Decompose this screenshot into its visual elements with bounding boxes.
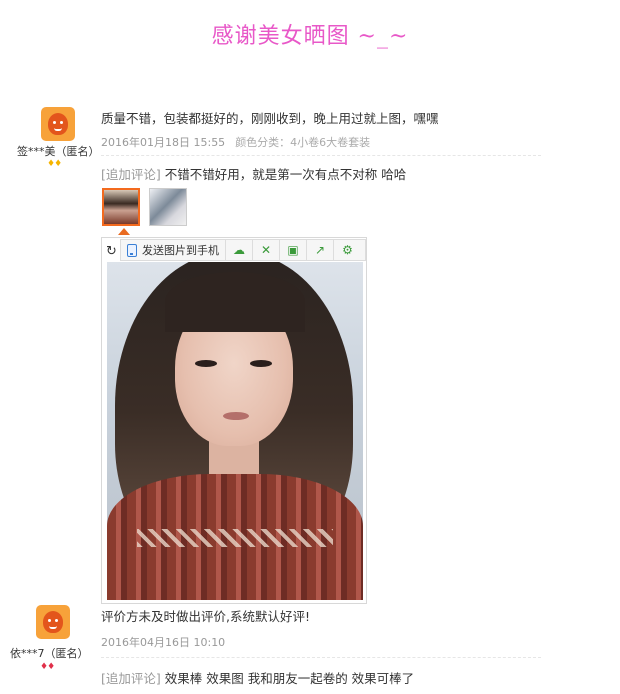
phone-icon (127, 243, 137, 257)
photo-thumbnail-1[interactable] (102, 188, 140, 226)
cloud-icon[interactable]: ☁ (226, 240, 253, 260)
append-tag: [追加评论] (101, 167, 161, 182)
avatar[interactable] (41, 107, 75, 141)
avatar[interactable] (36, 605, 70, 639)
reviewer-level-badge: ♦♦ (47, 159, 62, 169)
review-text: 质量不错，包装都挺好的，刚刚收到，晚上用过就上图，嘿嘿 (101, 111, 439, 126)
append-review: [追加评论] 效果棒 效果图 我和朋友一起卷的 效果可棒了 (101, 668, 414, 687)
divider (101, 657, 541, 658)
append-review: [追加评论] 不错不错好用，就是第一次有点不对称 哈哈 (101, 164, 406, 183)
review-meta: 2016年01月18日 15:55 颜色分类：4小卷6大卷套装 (101, 134, 370, 150)
review-photo[interactable] (107, 262, 363, 600)
send-to-phone-label: 发送图片到手机 (142, 244, 219, 257)
share-icon[interactable]: ↗ (307, 240, 334, 260)
expand-icon[interactable]: ✕ (253, 240, 280, 260)
save-icon[interactable]: ▣ (280, 240, 307, 260)
banner-title: 感谢美女晒图 ~_~ (211, 24, 409, 49)
review-date: 2016年01月18日 15:55 (101, 136, 226, 149)
append-text: 效果棒 效果图 我和朋友一起卷的 效果可棒了 (164, 671, 415, 686)
viewer-toolbar: 发送图片到手机 ☁ ✕ ▣ ↗ ⚙ (120, 239, 366, 261)
selected-thumbnail-pointer (118, 228, 130, 235)
photo-viewer: ↻ 发送图片到手机 ☁ ✕ ▣ ↗ ⚙ (101, 237, 367, 604)
send-to-phone-button[interactable]: 发送图片到手机 (121, 240, 226, 260)
reviewer-name[interactable]: 依***7（匿名） (10, 645, 89, 661)
settings-icon[interactable]: ⚙ (334, 240, 361, 260)
append-tag: [追加评论] (101, 671, 161, 686)
rotate-icon[interactable]: ↻ (106, 244, 117, 259)
product-category: 颜色分类：4小卷6大卷套装 (235, 136, 371, 149)
review-text: 评价方未及时做出评价,系统默认好评! (101, 609, 310, 624)
review-date: 2016年04月16日 10:10 (101, 636, 226, 649)
reviewer-name[interactable]: 签***美（匿名） (17, 143, 100, 159)
append-text: 不错不错好用，就是第一次有点不对称 哈哈 (164, 167, 407, 182)
photo-thumbnail-2[interactable] (149, 188, 187, 226)
divider (101, 155, 541, 156)
reviewer-level-badge: ♦♦ (40, 662, 55, 672)
